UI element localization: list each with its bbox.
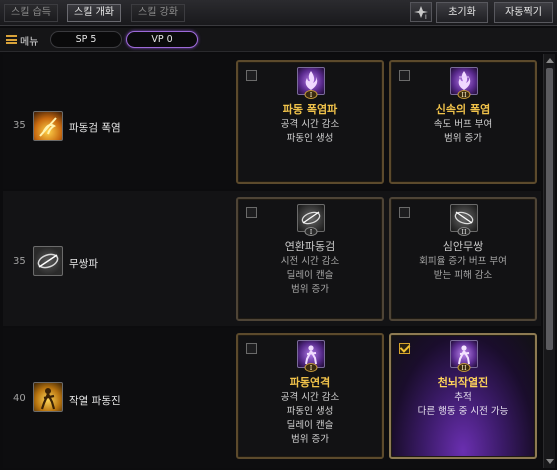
bloom-option-card-selected[interactable]: II 천뇌작열진 추적 다른 행동 중 시전 가능 <box>389 333 537 459</box>
desc-line: 파동인 생성 <box>286 406 334 417</box>
option-title: 파동연격 <box>289 376 331 389</box>
window-header: 스킬 습득 스킬 개화 스킬 강화 I 초기화 자동찍기 <box>0 0 557 26</box>
scroll-down-arrow-icon[interactable] <box>546 459 554 464</box>
vp-counter: VP 0 <box>126 31 198 48</box>
auto-assign-button[interactable]: 자동찍기 <box>494 2 553 23</box>
bloom-option-card[interactable]: I 연환파동검 시전 시간 감소 딜레이 캔슬 범위 증가 <box>236 197 384 321</box>
grey-whirl-icon: I <box>297 204 325 236</box>
points-bar: 메뉴 SP 5 VP 0 <box>0 28 557 52</box>
reset-button[interactable]: 초기화 <box>436 2 488 23</box>
shuriken-icon: I <box>414 6 428 21</box>
purple-warrior-icon: I <box>297 340 325 372</box>
desc-line: 받는 피해 감소 <box>433 270 493 281</box>
skill-row: 35 파동검 폭염 I 파동 폭염파 공격 시간 감소 파동인 생성 II 신속… <box>3 54 541 189</box>
desc-line: 파동인 생성 <box>286 133 334 144</box>
desc-line: 범위 증가 <box>444 133 482 144</box>
option-description: 시전 시간 감소 딜레이 캔슬 범위 증가 <box>238 255 382 297</box>
option-checkbox[interactable] <box>246 70 257 81</box>
skill-name: 파동검 폭염 <box>69 122 121 134</box>
tier-badge: I <box>304 363 318 372</box>
skill-row: 40 작열 파동진 I 파동연격 공격 시간 감소 파동인 생성 딜레이 캔슬 … <box>3 328 541 468</box>
desc-line: 다른 행동 중 시전 가능 <box>417 406 509 417</box>
desc-line: 공격 시간 감소 <box>280 119 340 130</box>
option-description: 속도 버프 부여 범위 증가 <box>391 118 535 146</box>
tier-badge: I <box>304 90 318 99</box>
desc-line: 딜레이 캔슬 <box>286 420 334 431</box>
skill-level: 35 <box>13 256 26 267</box>
menu-icon[interactable] <box>6 35 17 44</box>
tier-badge: I <box>304 227 318 236</box>
option-description: 추적 다른 행동 중 시전 가능 <box>391 391 535 419</box>
grey-whirl-icon: II <box>450 204 478 236</box>
option-checkbox[interactable] <box>246 207 257 218</box>
option-title: 심안무쌍 <box>442 240 484 253</box>
desc-line: 속도 버프 부여 <box>433 119 493 130</box>
blazing-warrior-icon <box>33 382 63 412</box>
scroll-up-arrow-icon[interactable] <box>546 58 554 63</box>
option-title: 천뇌작열진 <box>437 376 489 389</box>
option-title: 신속의 폭염 <box>435 103 491 116</box>
bloom-option-card[interactable]: II 신속의 폭염 속도 버프 부여 범위 증가 <box>389 60 537 184</box>
skill-level: 40 <box>13 393 26 404</box>
purple-warrior-icon: II <box>450 340 478 372</box>
option-description: 회피율 증가 버프 부여 받는 피해 감소 <box>391 255 535 283</box>
bloom-option-card[interactable]: I 파동 폭염파 공격 시간 감소 파동인 생성 <box>236 60 384 184</box>
svg-text:I: I <box>425 14 427 21</box>
menu-label[interactable]: 메뉴 <box>20 33 38 48</box>
skill-name: 작열 파동진 <box>69 395 121 407</box>
tab-skill-bloom[interactable]: 스킬 개화 <box>67 4 121 22</box>
skill-name: 무쌍파 <box>69 258 98 270</box>
desc-line: 추적 <box>454 392 472 403</box>
option-checkbox-checked[interactable] <box>399 343 410 354</box>
desc-line: 범위 증가 <box>291 434 329 445</box>
desc-line: 시전 시간 감소 <box>280 256 340 267</box>
desc-line: 딜레이 캔슬 <box>286 270 334 281</box>
scroll-thumb[interactable] <box>546 68 553 350</box>
tier-badge: II <box>457 363 471 372</box>
skill-row: 35 무쌍파 I 연환파동검 시전 시간 감소 딜레이 캔슬 범위 증가 II <box>3 191 541 326</box>
purple-flame-icon: I <box>297 67 325 99</box>
sp-counter: SP 5 <box>50 31 122 48</box>
tab-skill-learn[interactable]: 스킬 습득 <box>4 4 58 22</box>
option-description: 공격 시간 감소 파동인 생성 딜레이 캔슬 범위 증가 <box>238 391 382 447</box>
option-checkbox[interactable] <box>399 70 410 81</box>
desc-line: 공격 시간 감소 <box>280 392 340 403</box>
whirl-slash-icon <box>33 246 63 276</box>
tier-badge: II <box>457 227 471 236</box>
bloom-option-card[interactable]: II 심안무쌍 회피율 증가 버프 부여 받는 피해 감소 <box>389 197 537 321</box>
desc-line: 범위 증가 <box>291 284 329 295</box>
skill-level: 35 <box>13 120 26 131</box>
purple-flame-icon: II <box>450 67 478 99</box>
flame-sword-icon <box>33 111 63 141</box>
option-title: 연환파동검 <box>284 240 336 253</box>
option-checkbox[interactable] <box>246 343 257 354</box>
option-title: 파동 폭염파 <box>282 103 338 116</box>
filter-button[interactable]: I <box>410 2 432 22</box>
desc-line: 회피율 증가 버프 부여 <box>419 256 507 267</box>
option-description: 공격 시간 감소 파동인 생성 <box>238 118 382 146</box>
option-checkbox[interactable] <box>399 207 410 218</box>
bloom-option-card[interactable]: I 파동연격 공격 시간 감소 파동인 생성 딜레이 캔슬 범위 증가 <box>236 333 384 459</box>
tier-badge: II <box>457 90 471 99</box>
vertical-scrollbar[interactable] <box>543 54 555 468</box>
skill-list: 35 파동검 폭염 I 파동 폭염파 공격 시간 감소 파동인 생성 II 신속… <box>3 54 541 468</box>
tab-skill-enhance[interactable]: 스킬 강화 <box>131 4 185 22</box>
